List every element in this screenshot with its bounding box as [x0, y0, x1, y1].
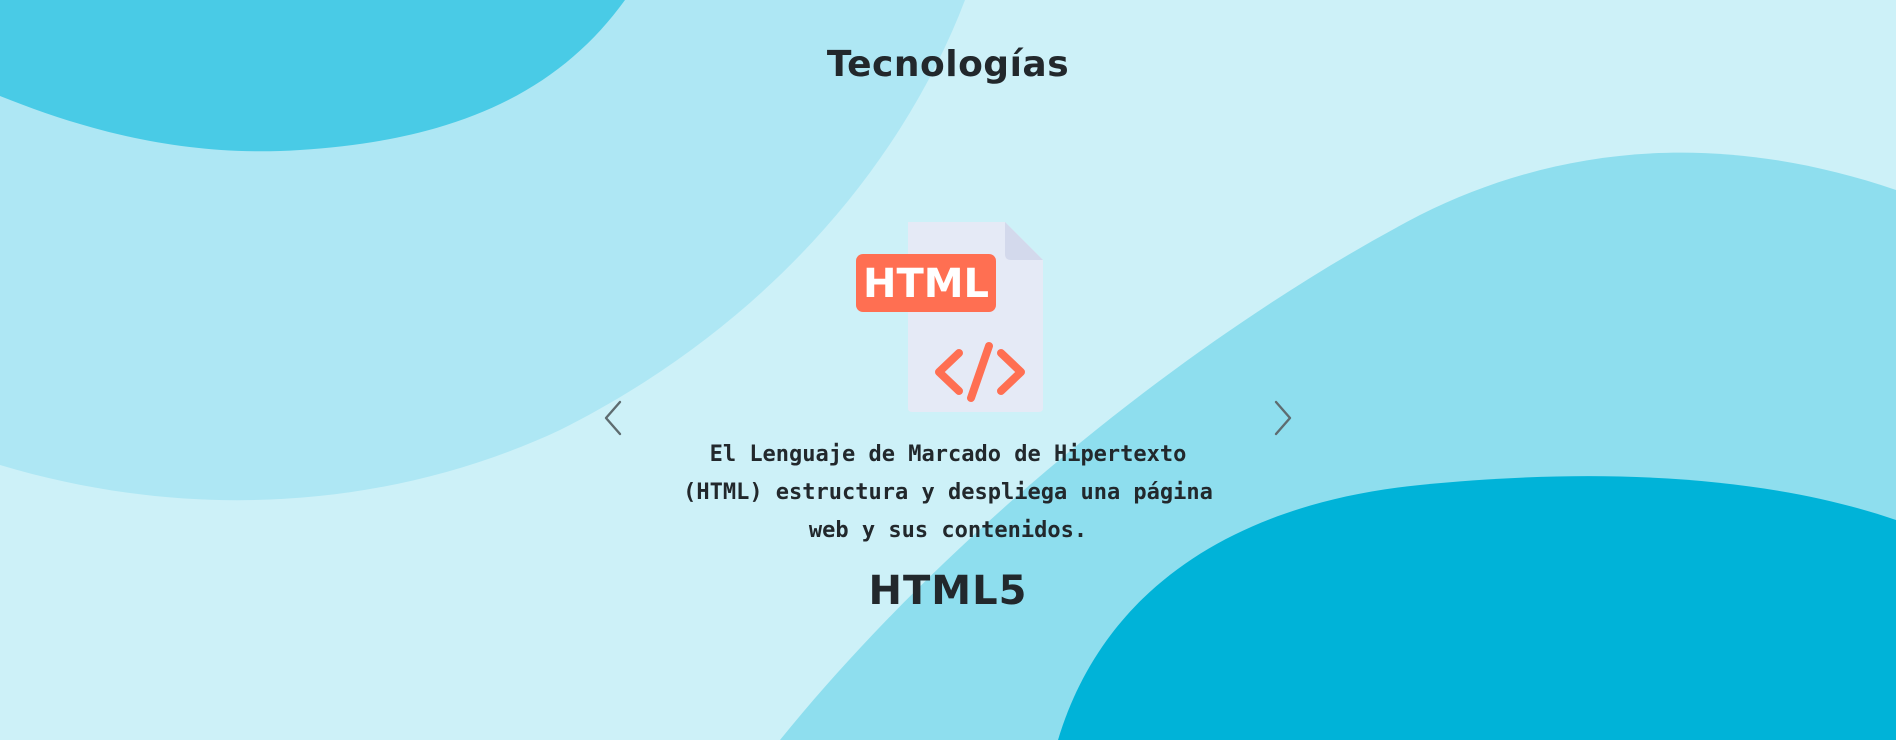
section-title: Tecnologías [826, 44, 1070, 85]
carousel-prev-button[interactable] [598, 398, 628, 438]
html-file-icon: HTML [856, 222, 1043, 412]
html-badge-text: HTML [863, 261, 989, 307]
slide-description: El Lenguaje de Marcado de Hipertexto (HT… [683, 442, 1213, 543]
chevron-left-icon [604, 400, 622, 436]
slide-caption: HTML5 [868, 568, 1028, 614]
carousel-next-button[interactable] [1268, 398, 1298, 438]
chevron-right-icon [1274, 400, 1292, 436]
technologies-section: Tecnologías HTML El Lenguaje de Marcado … [0, 0, 1896, 740]
